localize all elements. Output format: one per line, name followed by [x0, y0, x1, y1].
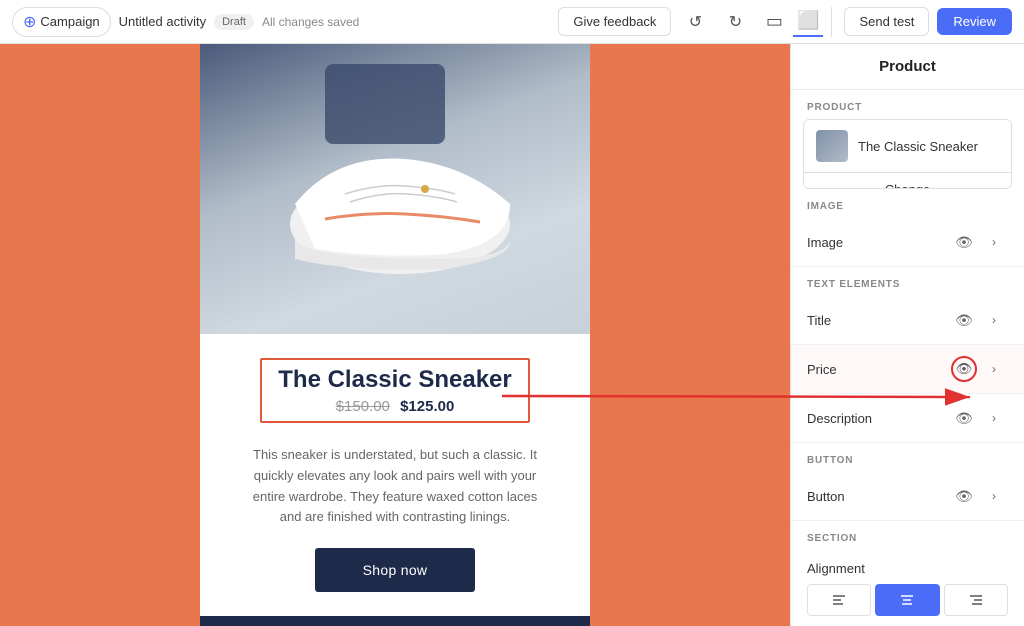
feedback-button[interactable]: Give feedback	[558, 7, 671, 36]
image-visibility-button[interactable]: 👁	[950, 228, 978, 256]
title-visibility-button[interactable]: 👁	[950, 306, 978, 334]
sneaker-image	[200, 44, 590, 334]
activity-title: Untitled activity	[119, 14, 206, 29]
description-chevron-button[interactable]: ›	[980, 404, 1008, 432]
shop-now-button[interactable]: Shop now	[315, 548, 476, 592]
device-buttons: ▭ ⬜	[759, 7, 832, 37]
align-center-button[interactable]	[875, 584, 939, 616]
button-chevron-button[interactable]: ›	[980, 482, 1008, 510]
product-preview: The Classic Sneaker Change	[803, 119, 1012, 189]
price-new: $125.00	[400, 398, 454, 415]
product-info: The Classic Sneaker $150.00 $125.00 This…	[200, 334, 590, 616]
product-section-label: PRODUCT	[791, 90, 1024, 119]
mobile-view-button[interactable]: ▭	[759, 7, 789, 37]
topbar-left: ⊕ Campaign Untitled activity Draft All c…	[12, 7, 550, 37]
price-actions: 👁 ›	[950, 355, 1008, 383]
button-visibility-button[interactable]: 👁	[950, 482, 978, 510]
align-right-button[interactable]	[944, 584, 1008, 616]
image-actions: 👁 ›	[950, 228, 1008, 256]
price-chevron-button[interactable]: ›	[980, 355, 1008, 383]
alignment-buttons	[807, 584, 1008, 616]
redo-button[interactable]: ↻	[719, 6, 751, 38]
price-old: $150.00	[336, 398, 390, 415]
price-visibility-button[interactable]: 👁	[950, 355, 978, 383]
sneaker-svg	[245, 64, 545, 314]
product-title: The Classic Sneaker	[278, 366, 511, 394]
description-actions: 👁 ›	[950, 404, 1008, 432]
canvas: The Classic Sneaker $150.00 $125.00 This…	[0, 44, 790, 626]
title-actions: 👁 ›	[950, 306, 1008, 334]
button-section-label: BUTTON	[791, 443, 1024, 472]
email-card: The Classic Sneaker $150.00 $125.00 This…	[200, 44, 590, 626]
desktop-view-button[interactable]: ⬜	[793, 7, 823, 37]
price-row: Price 👁 ›	[791, 345, 1024, 394]
sneaker-bg	[200, 44, 590, 334]
price-label: Price	[807, 362, 837, 377]
image-row: Image 👁 ›	[791, 218, 1024, 267]
undo-button[interactable]: ↺	[679, 6, 711, 38]
eye-circle-highlight: 👁	[951, 356, 977, 382]
main-area: The Classic Sneaker $150.00 $125.00 This…	[0, 44, 1024, 626]
image-label: Image	[807, 235, 843, 250]
image-section-label: IMAGE	[791, 189, 1024, 218]
topbar-center: Give feedback ↺ ↻	[558, 6, 751, 38]
product-preview-item: The Classic Sneaker	[804, 120, 1011, 172]
change-product-button[interactable]: Change	[804, 173, 1011, 189]
footer-section: Pastel 525 Avenue Viger Ouest Suite 300	[200, 616, 590, 626]
topbar: ⊕ Campaign Untitled activity Draft All c…	[0, 0, 1024, 44]
alignment-section: Alignment	[791, 550, 1024, 626]
title-label: Title	[807, 313, 831, 328]
button-label: Button	[807, 489, 845, 504]
saved-text: All changes saved	[262, 15, 359, 29]
send-test-button[interactable]: Send test	[844, 7, 929, 36]
button-row: Button 👁 ›	[791, 472, 1024, 521]
description-visibility-button[interactable]: 👁	[950, 404, 978, 432]
product-description: This sneaker is understated, but such a …	[232, 445, 558, 528]
draft-badge: Draft	[214, 14, 254, 30]
align-left-button[interactable]	[807, 584, 871, 616]
button-actions: 👁 ›	[950, 482, 1008, 510]
campaign-icon: ⊕	[23, 12, 36, 32]
description-row: Description 👁 ›	[791, 394, 1024, 443]
panel-title: Product	[791, 44, 1024, 90]
topbar-right: Send test Review	[844, 7, 1012, 36]
section-label: SECTION	[791, 521, 1024, 550]
right-panel: Product PRODUCT The Classic Sneaker Chan…	[790, 44, 1024, 626]
title-row: Title 👁 ›	[791, 296, 1024, 345]
product-thumbnail	[816, 130, 848, 162]
review-button[interactable]: Review	[937, 8, 1012, 35]
image-chevron-button[interactable]: ›	[980, 228, 1008, 256]
title-chevron-button[interactable]: ›	[980, 306, 1008, 334]
alignment-label: Alignment	[807, 561, 865, 576]
product-price: $150.00 $125.00	[278, 398, 511, 415]
product-thumb-inner	[816, 130, 848, 162]
description-label: Description	[807, 411, 872, 426]
product-name-label: The Classic Sneaker	[858, 139, 978, 154]
campaign-label: Campaign	[40, 14, 99, 29]
campaign-button[interactable]: ⊕ Campaign	[12, 7, 111, 37]
text-elements-label: TEXT ELEMENTS	[791, 267, 1024, 296]
change-btn-wrapper: Change	[804, 172, 1011, 189]
product-title-box: The Classic Sneaker $150.00 $125.00	[260, 358, 529, 423]
